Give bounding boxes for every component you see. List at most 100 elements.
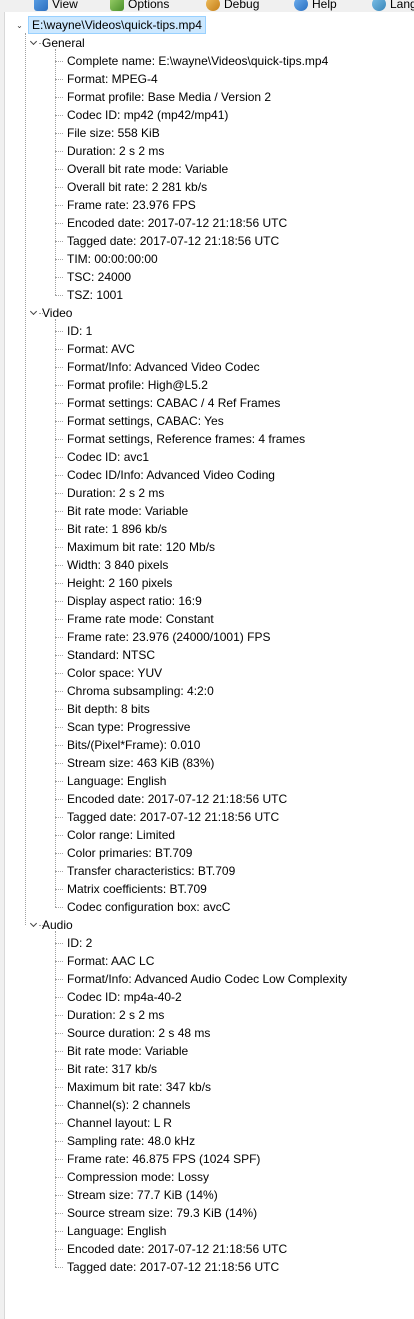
property-item[interactable]: Format: MPEG-4 <box>67 70 158 88</box>
property-item[interactable]: Width: 3 840 pixels <box>67 556 168 574</box>
property-item[interactable]: Format settings: CABAC / 4 Ref Frames <box>67 394 280 412</box>
collapse-toggle-icon[interactable] <box>29 38 39 48</box>
property-item[interactable]: Source duration: 2 s 48 ms <box>67 1024 210 1042</box>
menu-options[interactable]: Options <box>110 0 169 12</box>
property-item[interactable]: Bit rate: 317 kb/s <box>67 1060 157 1078</box>
tree-connector <box>55 439 63 440</box>
tree-connector <box>55 277 63 278</box>
property-item[interactable]: Bit rate mode: Variable <box>67 502 188 520</box>
property-item[interactable]: ID: 1 <box>67 322 92 340</box>
property-item[interactable]: Format profile: Base Media / Version 2 <box>67 88 271 106</box>
property-item[interactable]: Display aspect ratio: 16:9 <box>67 592 202 610</box>
info-tree[interactable]: ⌄ E:\wayne\Videos\quick-tips.mp4 General… <box>4 12 414 1319</box>
property-item[interactable]: Source stream size: 79.3 KiB (14%) <box>67 1204 257 1222</box>
options-icon <box>110 0 124 11</box>
property-item[interactable]: Overall bit rate mode: Variable <box>67 160 228 178</box>
language-icon <box>372 0 386 11</box>
property-item[interactable]: Format/Info: Advanced Audio Codec Low Co… <box>67 970 347 988</box>
property-item[interactable]: Transfer characteristics: BT.709 <box>67 862 235 880</box>
property-item[interactable]: Encoded date: 2017-07-12 21:18:56 UTC <box>67 790 287 808</box>
property-item[interactable]: Stream size: 77.7 KiB (14%) <box>67 1186 218 1204</box>
menu-language[interactable]: Lang <box>372 0 414 12</box>
property-item[interactable]: Frame rate: 46.875 FPS (1024 SPF) <box>67 1150 260 1168</box>
property-item[interactable]: Tagged date: 2017-07-12 21:18:56 UTC <box>67 1258 279 1276</box>
tree-connector <box>55 691 63 692</box>
property-item[interactable]: Bits/(Pixel*Frame): 0.010 <box>67 736 200 754</box>
property-item[interactable]: Maximum bit rate: 347 kb/s <box>67 1078 211 1096</box>
property-item[interactable]: Codec configuration box: avcC <box>67 898 230 916</box>
property-item[interactable]: Color space: YUV <box>67 664 162 682</box>
property-item[interactable]: TIM: 00:00:00:00 <box>67 250 158 268</box>
property-item[interactable]: Matrix coefficients: BT.709 <box>67 880 207 898</box>
property-item[interactable]: Frame rate: 23.976 FPS <box>67 196 196 214</box>
property-item[interactable]: Codec ID/Info: Advanced Video Coding <box>67 466 275 484</box>
property-item[interactable]: Codec ID: mp4a-40-2 <box>67 988 182 1006</box>
property-item[interactable]: Sampling rate: 48.0 kHz <box>67 1132 195 1150</box>
menu-debug-label: Debug <box>224 0 260 11</box>
property-item[interactable]: Format settings, Reference frames: 4 fra… <box>67 430 305 448</box>
property-item[interactable]: Compression mode: Lossy <box>67 1168 209 1186</box>
collapse-toggle-icon[interactable]: ⌄ <box>15 21 24 30</box>
property-item[interactable]: Format/Info: Advanced Video Codec <box>67 358 260 376</box>
property-item[interactable]: Tagged date: 2017-07-12 21:18:56 UTC <box>67 232 279 250</box>
section-label[interactable]: Audio <box>42 918 73 932</box>
property-item[interactable]: Scan type: Progressive <box>67 718 190 736</box>
tree-connector <box>55 907 63 908</box>
property-item[interactable]: Tagged date: 2017-07-12 21:18:56 UTC <box>67 808 279 826</box>
property-item[interactable]: Bit rate mode: Variable <box>67 1042 188 1060</box>
property-item[interactable]: Format: AVC <box>67 340 135 358</box>
collapse-toggle-icon[interactable] <box>29 308 39 318</box>
property-item[interactable]: Complete name: E:\wayne\Videos\quick-tip… <box>67 52 328 70</box>
tree-connector <box>55 1033 63 1034</box>
property-item[interactable]: Encoded date: 2017-07-12 21:18:56 UTC <box>67 1240 287 1258</box>
property-item[interactable]: Height: 2 160 pixels <box>67 574 172 592</box>
section-node-audio[interactable]: Audio <box>29 916 73 934</box>
property-item[interactable]: Encoded date: 2017-07-12 21:18:56 UTC <box>67 214 287 232</box>
property-item[interactable]: File size: 558 KiB <box>67 124 160 142</box>
property-item[interactable]: Color primaries: BT.709 <box>67 844 192 862</box>
property-item[interactable]: TSC: 24000 <box>67 268 131 286</box>
property-item[interactable]: Frame rate mode: Constant <box>67 610 214 628</box>
property-item[interactable]: Duration: 2 s 2 ms <box>67 1006 164 1024</box>
property-item[interactable]: Channel(s): 2 channels <box>67 1096 190 1114</box>
property-item[interactable]: Channel layout: L R <box>67 1114 172 1132</box>
property-item[interactable]: Language: English <box>67 772 166 790</box>
property-item[interactable]: Chroma subsampling: 4:2:0 <box>67 682 214 700</box>
property-item[interactable]: Standard: NTSC <box>67 646 155 664</box>
tree-connector <box>55 1123 63 1124</box>
property-item[interactable]: Frame rate: 23.976 (24000/1001) FPS <box>67 628 270 646</box>
property-item[interactable]: Duration: 2 s 2 ms <box>67 484 164 502</box>
section-node-general[interactable]: General <box>29 34 85 52</box>
property-item[interactable]: Format settings, CABAC: Yes <box>67 412 224 430</box>
property-item[interactable]: Format: AAC LC <box>67 952 154 970</box>
property-item[interactable]: Codec ID: avc1 <box>67 448 149 466</box>
section-label[interactable]: General <box>42 36 85 50</box>
tree-connector <box>55 727 63 728</box>
section-node-video[interactable]: Video <box>29 304 72 322</box>
property-item[interactable]: Stream size: 463 KiB (83%) <box>67 754 214 772</box>
property-item[interactable]: Overall bit rate: 2 281 kb/s <box>67 178 207 196</box>
property-item[interactable]: Duration: 2 s 2 ms <box>67 142 164 160</box>
tree-connector <box>55 151 63 152</box>
property-item[interactable]: TSZ: 1001 <box>67 286 123 304</box>
section-label[interactable]: Video <box>42 306 72 320</box>
menu-bar: View Options Debug Help Lang <box>0 0 414 12</box>
property-item[interactable]: Format profile: High@L5.2 <box>67 376 208 394</box>
collapse-toggle-icon[interactable] <box>29 920 39 930</box>
property-item[interactable]: Codec ID: mp42 (mp42/mp41) <box>67 106 228 124</box>
property-item[interactable]: ID: 2 <box>67 934 92 952</box>
root-file-label[interactable]: E:\wayne\Videos\quick-tips.mp4 <box>28 16 206 34</box>
menu-view[interactable]: View <box>34 0 78 12</box>
property-item[interactable]: Color range: Limited <box>67 826 175 844</box>
tree-connector <box>55 421 63 422</box>
property-item[interactable]: Bit rate: 1 896 kb/s <box>67 520 167 538</box>
property-item[interactable]: Language: English <box>67 1222 166 1240</box>
tree-connector <box>55 1015 63 1016</box>
tree-root[interactable]: ⌄ E:\wayne\Videos\quick-tips.mp4 <box>15 16 206 34</box>
property-item[interactable]: Bit depth: 8 bits <box>67 700 150 718</box>
property-item[interactable]: Maximum bit rate: 120 Mb/s <box>67 538 215 556</box>
tree-connector <box>55 583 63 584</box>
menu-help[interactable]: Help <box>294 0 337 12</box>
menu-language-label: Lang <box>390 0 414 11</box>
menu-debug[interactable]: Debug <box>206 0 259 12</box>
